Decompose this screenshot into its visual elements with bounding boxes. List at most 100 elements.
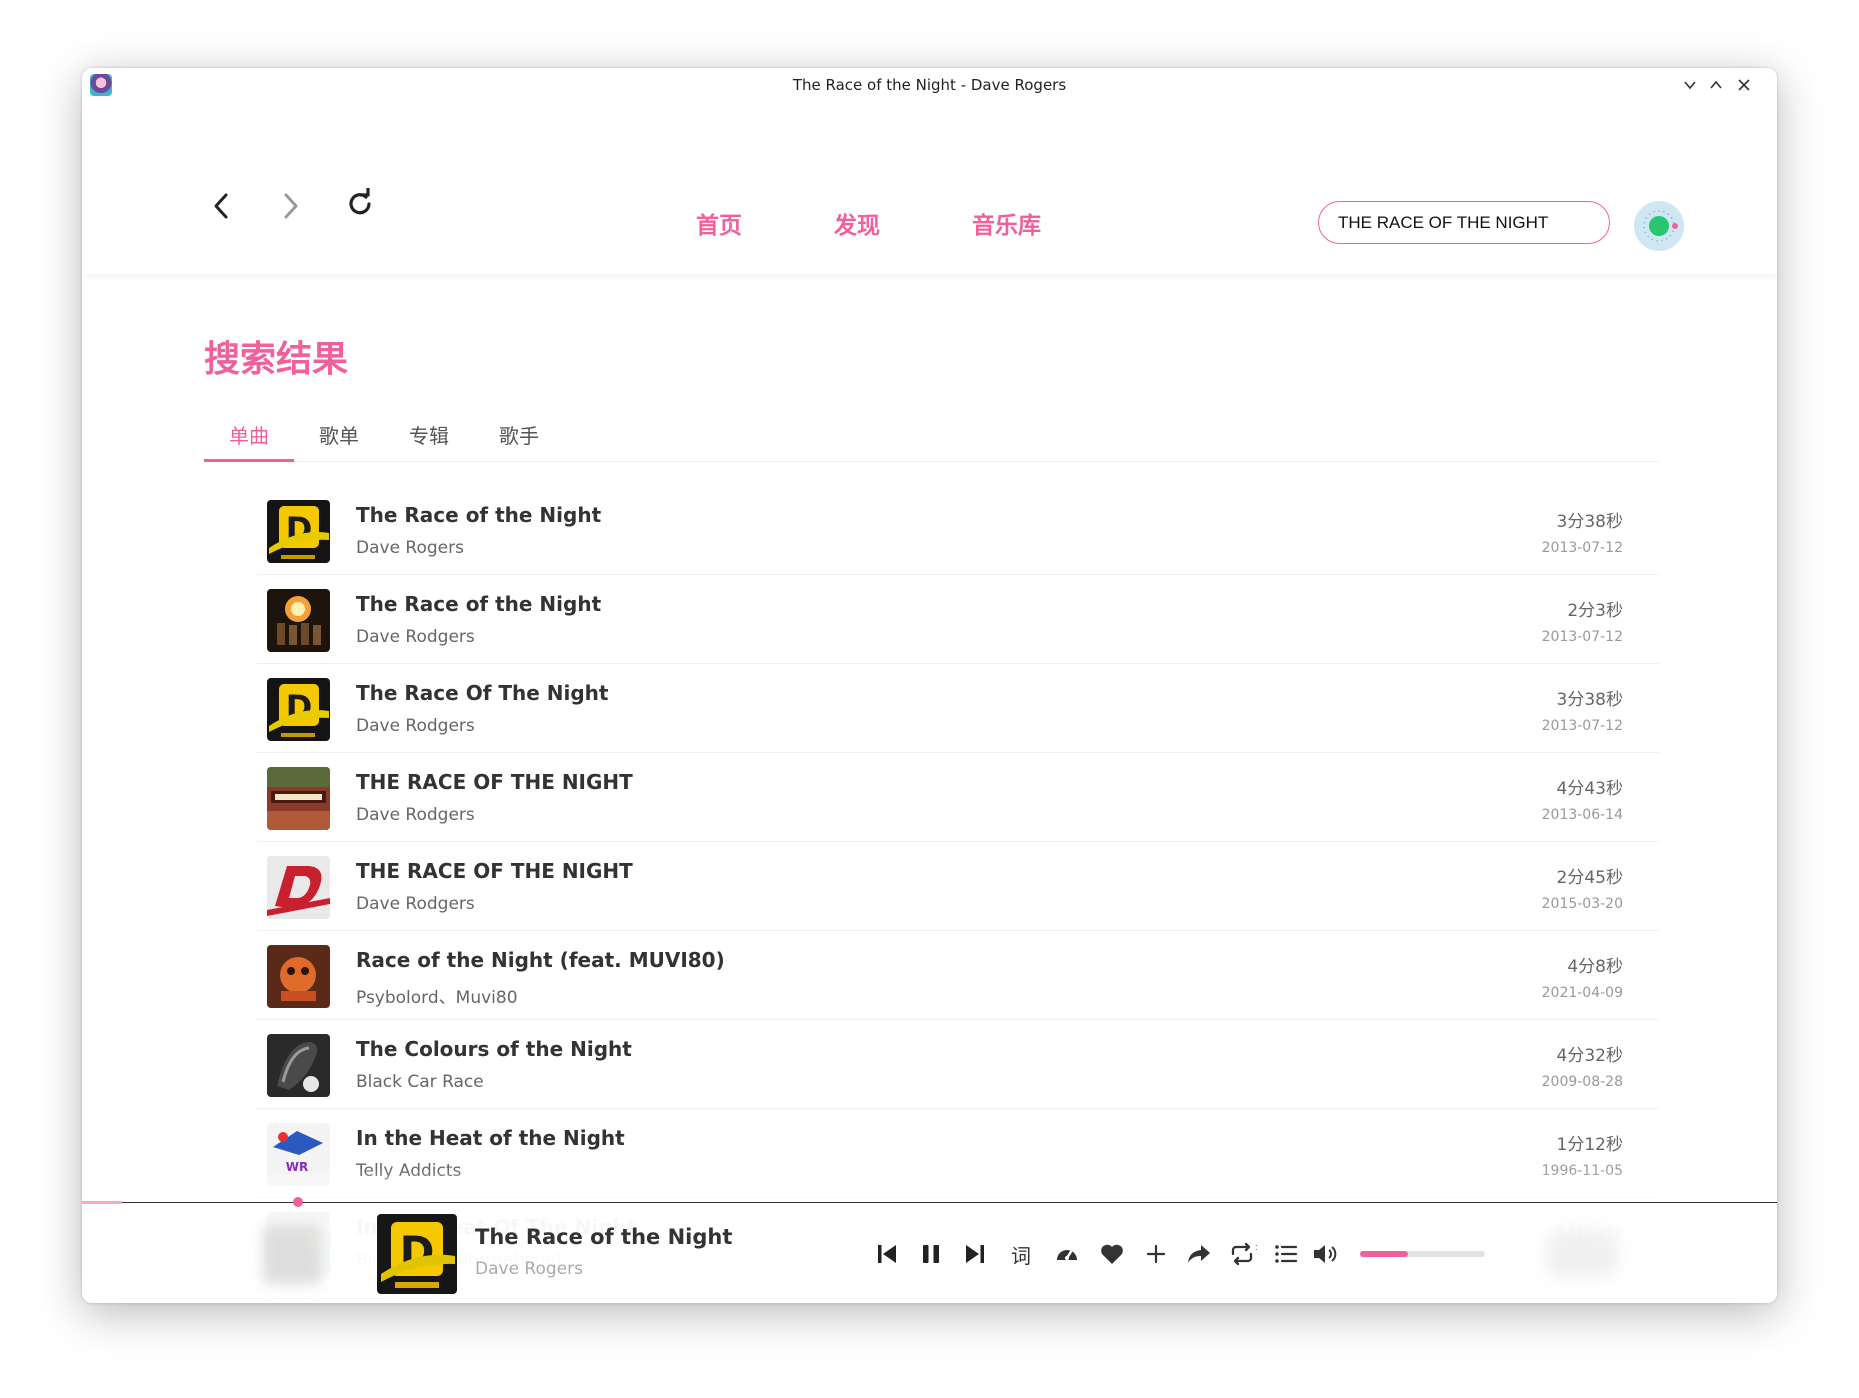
song-duration: 2分45秒 <box>1556 868 1623 888</box>
song-title[interactable]: The Race of the Night <box>356 592 601 616</box>
album-cover-image <box>267 856 330 919</box>
tab-songs[interactable]: 单曲 <box>204 420 294 462</box>
song-date: 2013-07-12 <box>1541 540 1623 556</box>
forward-button[interactable] <box>272 188 308 224</box>
album-cover[interactable] <box>267 1034 330 1097</box>
song-artist[interactable]: Black Car Race <box>356 1072 484 1092</box>
song-duration: 4分8秒 <box>1567 957 1623 977</box>
song-title[interactable]: In the Heat of the Night <box>356 1126 625 1150</box>
album-cover[interactable] <box>267 767 330 830</box>
chevron-up-icon <box>1710 80 1722 89</box>
lyrics-button[interactable]: 词 <box>1006 1239 1036 1269</box>
song-row[interactable]: D The Race Of The Night Dave Rodgers 3分3… <box>257 664 1659 753</box>
refresh-icon <box>349 188 371 215</box>
nav-home[interactable]: 首页 <box>696 206 742 240</box>
song-row[interactable]: THE RACE OF THE NIGHT Dave Rodgers 2分45秒… <box>257 842 1659 931</box>
song-list: D The Race of the Night Dave Rogers 3分38… <box>257 486 1659 1287</box>
back-button[interactable] <box>204 188 240 224</box>
app-window: The Race of the Night - Dave Rogers 首页 发… <box>82 68 1777 1303</box>
pause-button[interactable] <box>916 1239 946 1269</box>
previous-button[interactable] <box>872 1239 902 1269</box>
volume-icon <box>1314 1245 1337 1263</box>
album-cover-image <box>267 589 330 652</box>
tab-albums[interactable]: 专辑 <box>384 420 474 462</box>
album-cover[interactable]: D <box>267 500 330 563</box>
top-header: 首页 发现 音乐库 THE RACE OF THE NIGHT <box>82 102 1777 274</box>
chevron-down-icon <box>1684 81 1696 90</box>
share-button[interactable] <box>1184 1239 1214 1269</box>
song-title[interactable]: Race of the Night (feat. MUVI80) <box>356 948 725 972</box>
title-bar: The Race of the Night - Dave Rogers <box>82 68 1777 102</box>
list-icon <box>1275 1245 1298 1263</box>
song-date: 2009-08-28 <box>1541 1074 1623 1090</box>
page-title: 搜索结果 <box>204 339 349 380</box>
song-artist[interactable]: Psybolord、Muvi80 <box>356 983 518 1008</box>
avatar[interactable] <box>1634 201 1684 251</box>
repeat-badge: 1 <box>1255 1244 1257 1252</box>
skip-previous-icon <box>878 1245 896 1263</box>
like-button[interactable] <box>1097 1239 1127 1269</box>
song-row[interactable]: The Colours of the Night Black Car Race … <box>257 1020 1659 1109</box>
song-row[interactable]: THE RACE OF THE NIGHT Dave Rodgers 4分43秒… <box>257 753 1659 842</box>
skip-next-icon <box>966 1245 984 1263</box>
playback-progress[interactable] <box>82 1201 122 1204</box>
song-artist[interactable]: Dave Rogers <box>356 538 464 558</box>
chevron-right-icon <box>284 193 298 219</box>
plus-icon <box>1146 1244 1166 1264</box>
repeat-one-button[interactable]: 1 <box>1228 1239 1258 1269</box>
avatar-icon <box>1643 210 1678 242</box>
song-title[interactable]: THE RACE OF THE NIGHT <box>356 859 633 883</box>
album-cover[interactable]: D <box>267 678 330 741</box>
now-playing-cover[interactable]: D <box>377 1214 457 1294</box>
song-duration: 4分32秒 <box>1556 1046 1623 1066</box>
playback-progress-handle[interactable] <box>293 1197 303 1207</box>
volume-level <box>1360 1251 1408 1257</box>
song-artist[interactable]: Dave Rodgers <box>356 805 475 825</box>
nav-library[interactable]: 音乐库 <box>972 206 1041 240</box>
window-title: The Race of the Night - Dave Rogers <box>792 76 1067 94</box>
song-duration: 2分3秒 <box>1567 601 1623 621</box>
lyrics-label: 词 <box>1011 1243 1031 1268</box>
song-title[interactable]: The Race Of The Night <box>356 681 608 705</box>
maximize-button[interactable] <box>1704 74 1728 96</box>
album-cover[interactable] <box>267 945 330 1008</box>
now-playing-artist[interactable]: Dave Rogers <box>475 1259 583 1279</box>
volume-button[interactable] <box>1311 1239 1341 1269</box>
search-input[interactable]: THE RACE OF THE NIGHT <box>1318 201 1610 244</box>
song-date: 2013-07-12 <box>1541 629 1623 645</box>
song-date: 2013-06-14 <box>1541 807 1623 823</box>
song-artist[interactable]: Dave Rodgers <box>356 627 475 647</box>
close-button[interactable] <box>1732 74 1756 96</box>
pause-icon <box>923 1245 939 1263</box>
album-cover[interactable] <box>267 856 330 919</box>
song-title[interactable]: THE RACE OF THE NIGHT <box>356 770 633 794</box>
refresh-button[interactable] <box>342 186 378 222</box>
share-icon <box>1188 1245 1210 1263</box>
song-date: 2021-04-09 <box>1541 985 1623 1001</box>
album-cover-image <box>267 945 330 1008</box>
song-row[interactable]: The Race of the Night Dave Rodgers 2分3秒 … <box>257 575 1659 664</box>
add-to-playlist-button[interactable] <box>1141 1239 1171 1269</box>
now-playing-title[interactable]: The Race of the Night <box>475 1225 732 1249</box>
song-title[interactable]: The Colours of the Night <box>356 1037 632 1061</box>
queue-button[interactable] <box>1271 1239 1301 1269</box>
song-artist[interactable]: Dave Rodgers <box>356 716 475 736</box>
speed-button[interactable] <box>1052 1239 1082 1269</box>
song-date: 2015-03-20 <box>1541 896 1623 912</box>
song-artist[interactable]: Dave Rodgers <box>356 894 475 914</box>
album-cover-image: D <box>267 500 330 563</box>
song-row[interactable]: D The Race of the Night Dave Rogers 3分38… <box>257 486 1659 575</box>
next-button[interactable] <box>960 1239 990 1269</box>
album-cover[interactable] <box>267 589 330 652</box>
tab-artists[interactable]: 歌手 <box>474 420 564 462</box>
song-title[interactable]: The Race of the Night <box>356 503 601 527</box>
repeat-one-icon: 1 <box>1231 1242 1257 1266</box>
volume-slider[interactable] <box>1360 1251 1485 1257</box>
minimize-button[interactable] <box>1678 74 1702 96</box>
nav-discover[interactable]: 发现 <box>834 206 880 240</box>
album-cover-image: D <box>267 678 330 741</box>
player-bar: D The Race of the Night Dave Rogers 词 <box>82 1197 1777 1303</box>
song-row[interactable]: Race of the Night (feat. MUVI80) Psybolo… <box>257 931 1659 1020</box>
close-icon <box>1738 79 1750 91</box>
tab-playlists[interactable]: 歌单 <box>294 420 384 462</box>
